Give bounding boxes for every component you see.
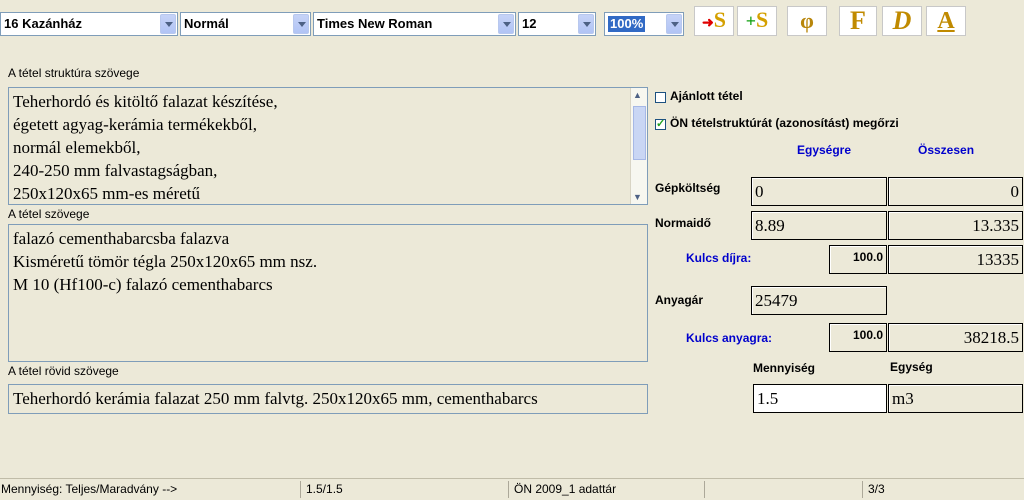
col-header-unit: Egységre [797,143,852,157]
chevron-down-icon[interactable] [160,14,176,34]
short-text-label: A tétel rövid szövege [8,364,119,378]
recommended-checkbox[interactable] [655,92,666,103]
zoom-value: 100% [608,16,646,32]
norm-time-total-field: 13.335 [888,211,1023,240]
add-s-label: S [756,7,769,32]
italic-d-button[interactable]: D [882,6,922,36]
machine-cost-label: Gépköltség [655,181,721,195]
structure-line: 250x120x65 mm-es méretű [13,184,200,203]
item-text-area[interactable]: falazó cementhabarcsba falazva Kisméretű… [8,224,648,362]
font-select-value: Times New Roman [317,16,433,31]
short-text-value: Teherhordó kerámia falazat 250 mm falvtg… [13,389,538,408]
recommended-label: Ajánlott tétel [670,89,743,103]
structure-scrollbar[interactable]: ▲ ▼ [630,88,647,204]
structure-text-label: A tétel struktúra szövege [8,66,140,80]
zoom-select[interactable]: 100% [604,12,684,36]
bold-f-button[interactable]: F [839,6,877,36]
italic-d-icon: D [892,6,912,35]
key-fee-field[interactable]: 100.0 [829,245,887,274]
status-quantity-ratio: 1.5/1.5 [306,482,343,496]
material-price-label: Anyagár [655,293,704,307]
scroll-down-icon[interactable]: ▼ [633,192,642,202]
quantity-input[interactable]: 1.5 [753,384,887,413]
status-divider [300,481,301,498]
chevron-down-icon[interactable] [578,14,594,34]
style-select[interactable]: Normál [180,12,311,36]
unit-field: m3 [888,384,1023,413]
add-s-button[interactable]: +S [737,6,777,36]
structure-line: Teherhordó és kitöltő falazat készítése, [13,92,278,111]
item-text-label: A tétel szövege [8,207,90,221]
underline-a-button[interactable]: A [926,6,966,36]
bold-f-icon: F [850,6,866,35]
material-price-field[interactable]: 25479 [751,286,887,315]
structure-line: normál elemekből, [13,138,141,157]
move-s-label: S [713,7,726,32]
norm-time-label: Normaidő [655,216,712,230]
status-divider [704,481,705,498]
key-material-label: Kulcs anyagra: [686,331,773,345]
scroll-thumb[interactable] [633,106,646,160]
arrow-right-icon: ➜ [702,16,714,31]
unit-label: Egység [890,360,933,374]
col-header-total: Összesen [918,143,975,157]
structure-line: égetett agyag-kerámia termékekből, [13,115,258,134]
phi-button[interactable]: φ [787,6,827,36]
chevron-down-icon[interactable] [293,14,309,34]
status-page: 3/3 [868,482,885,496]
quantity-label: Mennyiség [753,361,816,375]
status-dataset: ÖN 2009_1 adattár [514,482,617,496]
style-select-value: Normál [184,16,229,31]
font-size-select[interactable]: 12 [518,12,596,36]
plus-icon: + [745,11,756,31]
key-fee-label: Kulcs díjra: [686,251,752,265]
move-s-button[interactable]: ➜S [694,6,734,36]
machine-cost-total-field: 0 [888,177,1023,206]
phi-icon: φ [800,8,814,33]
key-material-field[interactable]: 100.0 [829,323,887,352]
item-line: M 10 (Hf100-c) falazó cementhabarcs [13,275,273,294]
structure-text-area[interactable]: Teherhordó és kitöltő falazat készítése,… [8,87,648,205]
norm-time-unit-field[interactable]: 8.89 [751,211,887,240]
status-bar: Mennyiség: Teljes/Maradvány --> 1.5/1.5 … [0,478,1024,500]
location-select[interactable]: 16 Kazánház [0,12,178,36]
chevron-down-icon[interactable] [666,14,682,34]
status-quantity-text: Mennyiség: Teljes/Maradvány --> [1,482,178,496]
scroll-up-icon[interactable]: ▲ [633,90,642,100]
item-line: Kisméretű tömör tégla 250x120x65 mm nsz. [13,252,318,271]
preserve-structure-checkbox[interactable] [655,117,666,130]
key-material-total-field: 38218.5 [888,323,1023,352]
short-text-field[interactable]: Teherhordó kerámia falazat 250 mm falvtg… [8,384,648,414]
font-select[interactable]: Times New Roman [313,12,516,36]
item-line: falazó cementhabarcsba falazva [13,229,230,248]
font-size-value: 12 [522,16,537,31]
key-fee-total-field: 13335 [888,245,1023,274]
underline-a-icon: A [937,8,955,34]
location-select-value: 16 Kazánház [4,16,83,31]
structure-line: 240-250 mm falvastagságban, [13,161,218,180]
chevron-down-icon[interactable] [498,14,514,34]
status-divider [862,481,863,498]
preserve-structure-label: ÖN tételstruktúrát (azonosítást) megőrzi [670,116,899,130]
status-divider [508,481,509,498]
machine-cost-unit-field[interactable]: 0 [751,177,887,206]
